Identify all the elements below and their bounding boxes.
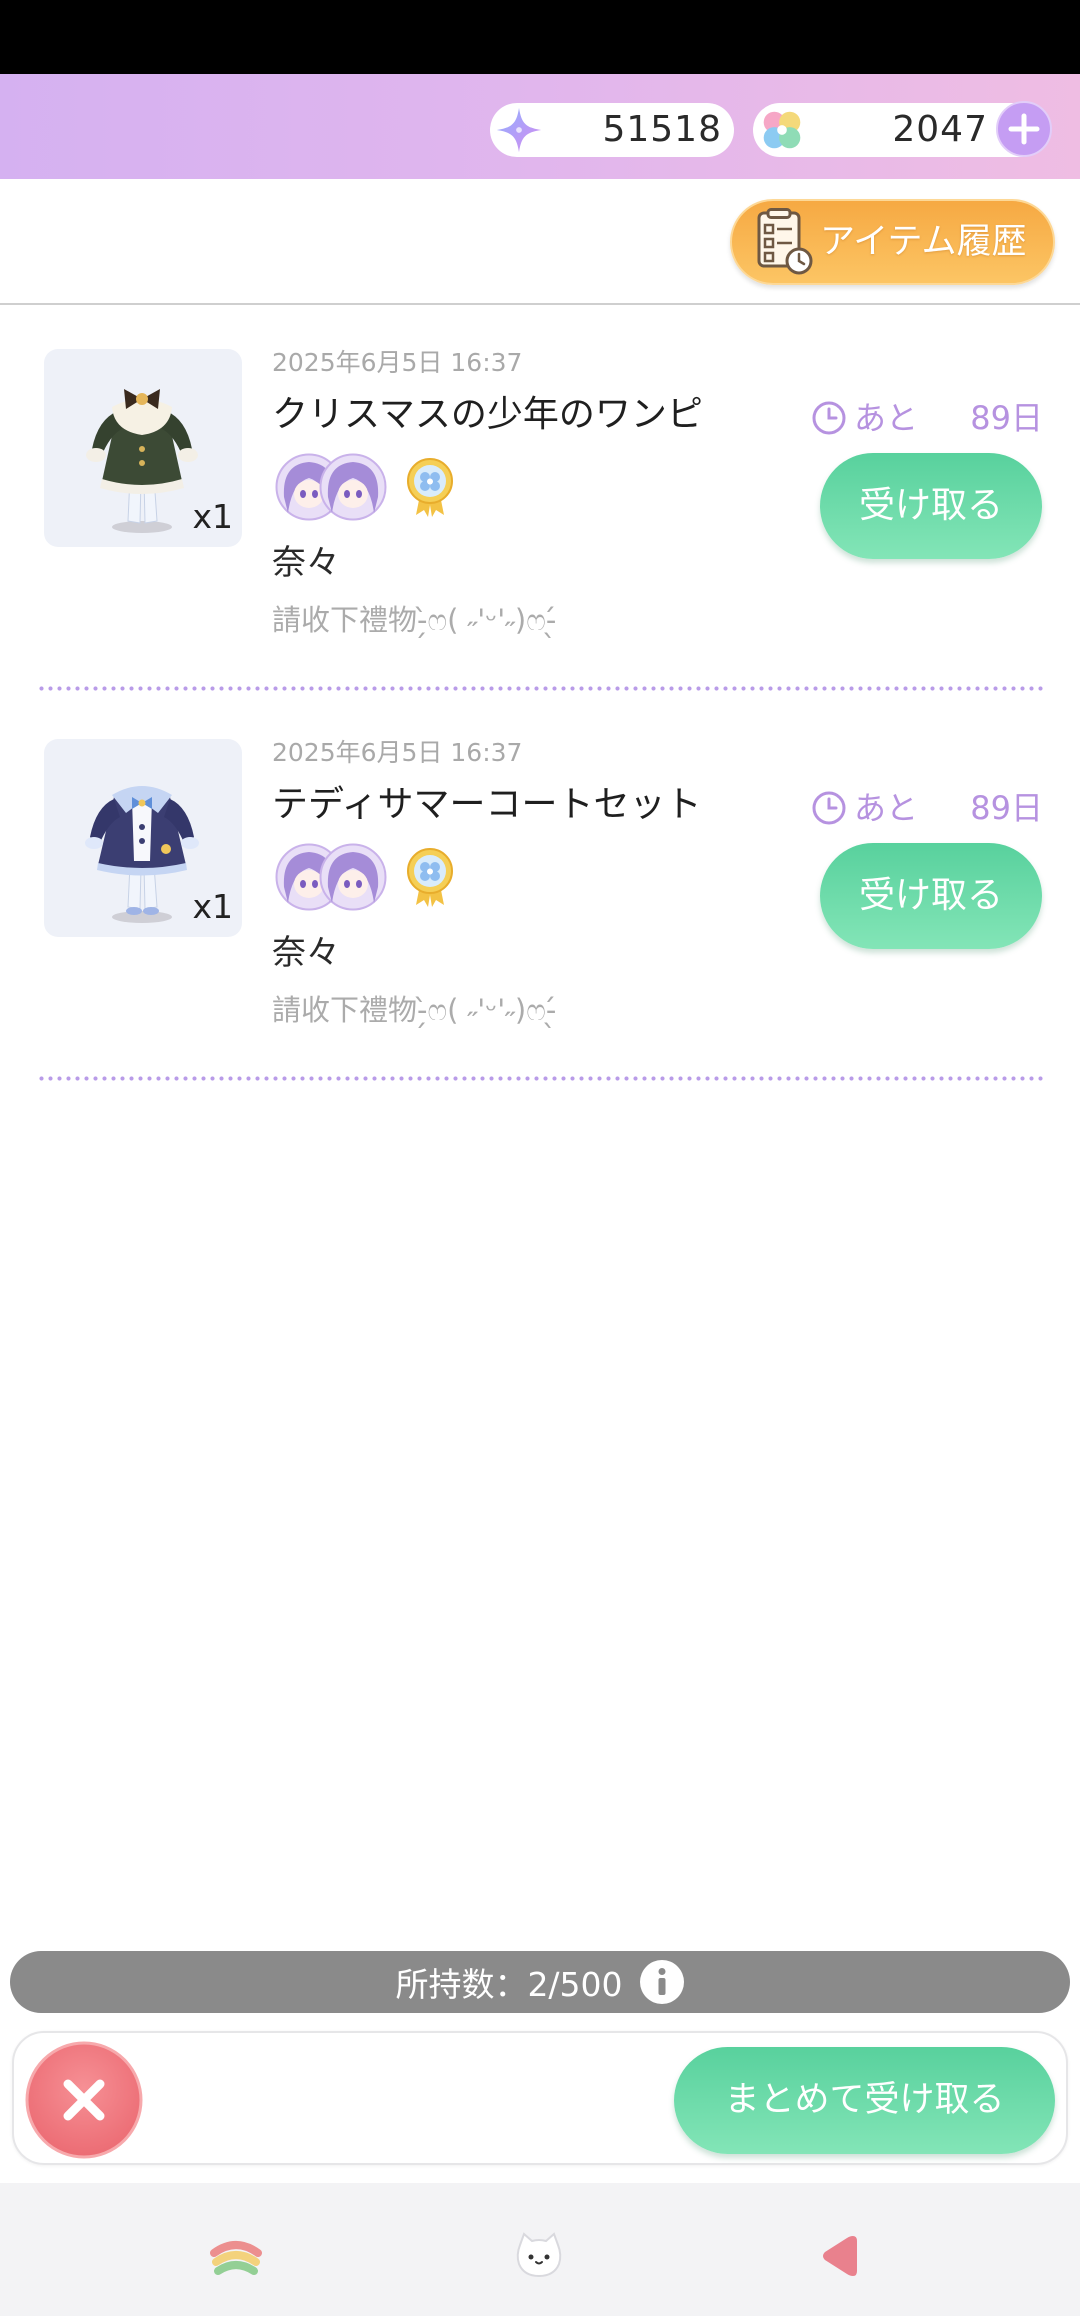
gift-title: クリスマスの少年のワンピ	[272, 394, 703, 435]
medal-badge-icon	[405, 847, 455, 909]
gift-date: 2025年6月5日 16:37	[272, 348, 523, 377]
nav-rainbow-button[interactable]	[176, 2189, 296, 2316]
close-button[interactable]	[25, 2041, 143, 2159]
expiry-days: 89日	[970, 399, 1043, 437]
expiry-remaining: あと 89日	[811, 398, 1043, 438]
info-icon[interactable]	[639, 1959, 685, 2005]
nav-home-button[interactable]	[479, 2189, 599, 2316]
clover-icon	[756, 104, 808, 156]
gift-message: 請收下禮物-̗̀ෆ( ˶'ᵕ'˶)ෆ-̖́	[272, 993, 557, 1027]
expiry-prefix: あと	[854, 789, 919, 827]
claim-all-button[interactable]: まとめて受け取る	[674, 2047, 1055, 2154]
gift-list-item: x1 2025年6月5日 16:37 テディサマーコートセット 奈々 請收下禮物…	[0, 694, 1080, 1082]
bottom-navigation	[0, 2183, 1080, 2316]
nav-back-button[interactable]	[779, 2189, 899, 2316]
claim-button[interactable]: 受け取る	[820, 453, 1042, 559]
expiry-remaining: あと 89日	[811, 788, 1043, 828]
add-currency-button[interactable]	[996, 101, 1052, 157]
gift-title: テディサマーコートセット	[272, 784, 702, 825]
expiry-prefix: あと	[854, 399, 919, 437]
status-bar	[0, 0, 1080, 74]
clock-icon	[811, 790, 847, 826]
currency-bar: 51518 2047	[0, 74, 1080, 179]
dotted-divider	[37, 1076, 1043, 1081]
rainbow-icon	[208, 2235, 264, 2277]
holding-count-bar: 所持数：2/500	[10, 1951, 1070, 2013]
dotted-divider	[37, 686, 1043, 691]
action-bar: まとめて受け取る	[12, 2031, 1068, 2165]
holding-count: 2/500	[527, 1965, 623, 2004]
sender-name: 奈々	[272, 543, 340, 583]
item-history-button[interactable]: アイテム履歴	[730, 199, 1055, 285]
back-triangle-icon	[819, 2232, 859, 2280]
expiry-days: 89日	[970, 789, 1043, 827]
sparkle-balance: 51518	[602, 109, 722, 150]
sender-name: 奈々	[272, 933, 340, 973]
gift-quantity: x1	[192, 497, 233, 536]
sender-avatar-frame	[319, 843, 387, 911]
gift-list-item: x1 2025年6月5日 16:37 クリスマスの少年のワンピ 奈々 請收下禮物…	[0, 304, 1080, 692]
cat-face-icon	[514, 2231, 564, 2280]
sparkle-icon	[493, 104, 545, 156]
sender-avatar-frame	[319, 453, 387, 521]
gift-message: 請收下禮物-̗̀ෆ( ˶'ᵕ'˶)ෆ-̖́	[272, 603, 557, 637]
gift-quantity: x1	[192, 887, 233, 926]
plus-icon	[996, 101, 1052, 157]
item-history-label: アイテム履歴	[820, 222, 1027, 262]
claim-button[interactable]: 受け取る	[820, 843, 1042, 949]
clock-icon	[811, 400, 847, 436]
clover-balance: 2047	[892, 109, 988, 150]
holding-label: 所持数：	[395, 1965, 528, 2004]
gift-item-thumbnail[interactable]: x1	[44, 739, 242, 937]
sparkle-currency-pill: 51518	[490, 103, 734, 157]
gift-item-thumbnail[interactable]: x1	[44, 349, 242, 547]
medal-badge-icon	[405, 457, 455, 519]
close-icon	[25, 2041, 143, 2159]
history-list-icon	[754, 208, 814, 276]
holding-count-text: 所持数：2/500	[395, 1958, 622, 2006]
gift-date: 2025年6月5日 16:37	[272, 738, 523, 767]
